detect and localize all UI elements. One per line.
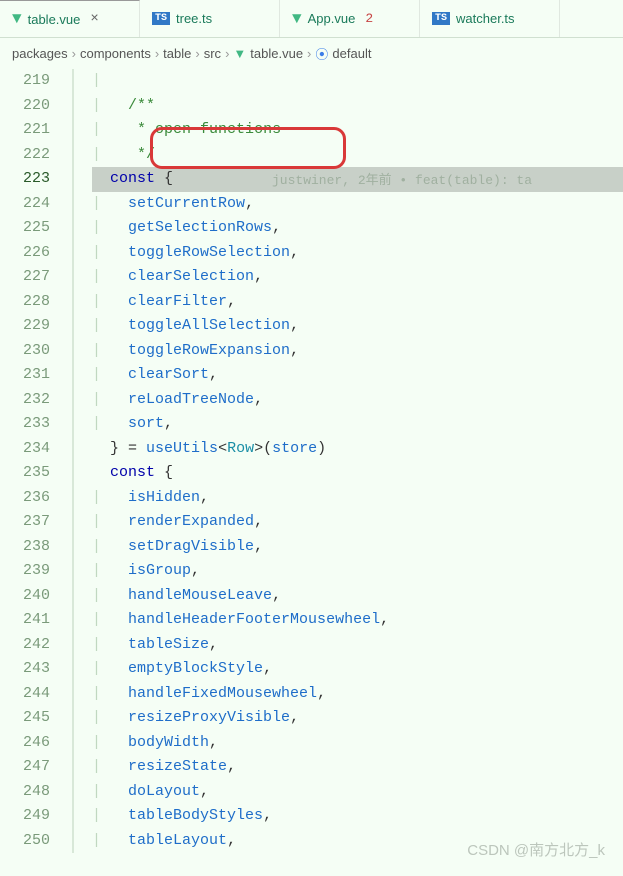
tab-label: App.vue (308, 11, 356, 26)
tab-table-vue[interactable]: ▼ table.vue × (0, 0, 140, 37)
ts-icon: TS (432, 12, 450, 25)
tab-label: tree.ts (176, 11, 212, 26)
breadcrumb-item[interactable]: src (204, 46, 221, 61)
line-gutter: 2192202212222232242252262272282292302312… (0, 69, 72, 853)
editor-tabs: ▼ table.vue × TS tree.ts ▼ App.vue 2 TS … (0, 0, 623, 38)
chevron-right-icon: › (72, 46, 76, 61)
close-icon[interactable]: × (90, 11, 98, 27)
breadcrumb[interactable]: packages › components › table › src › ▼ … (0, 38, 623, 69)
vue-icon: ▼ (292, 10, 302, 28)
tab-badge: 2 (365, 11, 373, 26)
vue-icon: ▼ (233, 46, 246, 61)
ts-icon: TS (152, 12, 170, 25)
breadcrumb-item[interactable]: packages (12, 46, 68, 61)
chevron-right-icon: › (155, 46, 159, 61)
breadcrumb-item[interactable]: table.vue (250, 46, 303, 61)
code-area[interactable]: | | /**| * open functions| */ const {jus… (72, 69, 623, 853)
method-icon: ⦿ (315, 44, 328, 63)
tab-label: watcher.ts (456, 11, 515, 26)
chevron-right-icon: › (307, 46, 311, 61)
breadcrumb-item[interactable]: default (332, 46, 371, 61)
code-editor[interactable]: 2192202212222232242252262272282292302312… (0, 69, 623, 853)
tab-tree-ts[interactable]: TS tree.ts (140, 0, 280, 37)
tab-app-vue[interactable]: ▼ App.vue 2 (280, 0, 420, 37)
chevron-right-icon: › (195, 46, 199, 61)
tab-watcher-ts[interactable]: TS watcher.ts (420, 0, 560, 37)
chevron-right-icon: › (225, 46, 229, 61)
breadcrumb-item[interactable]: table (163, 46, 191, 61)
tab-label: table.vue (28, 12, 81, 27)
breadcrumb-item[interactable]: components (80, 46, 151, 61)
vue-icon: ▼ (12, 10, 22, 28)
